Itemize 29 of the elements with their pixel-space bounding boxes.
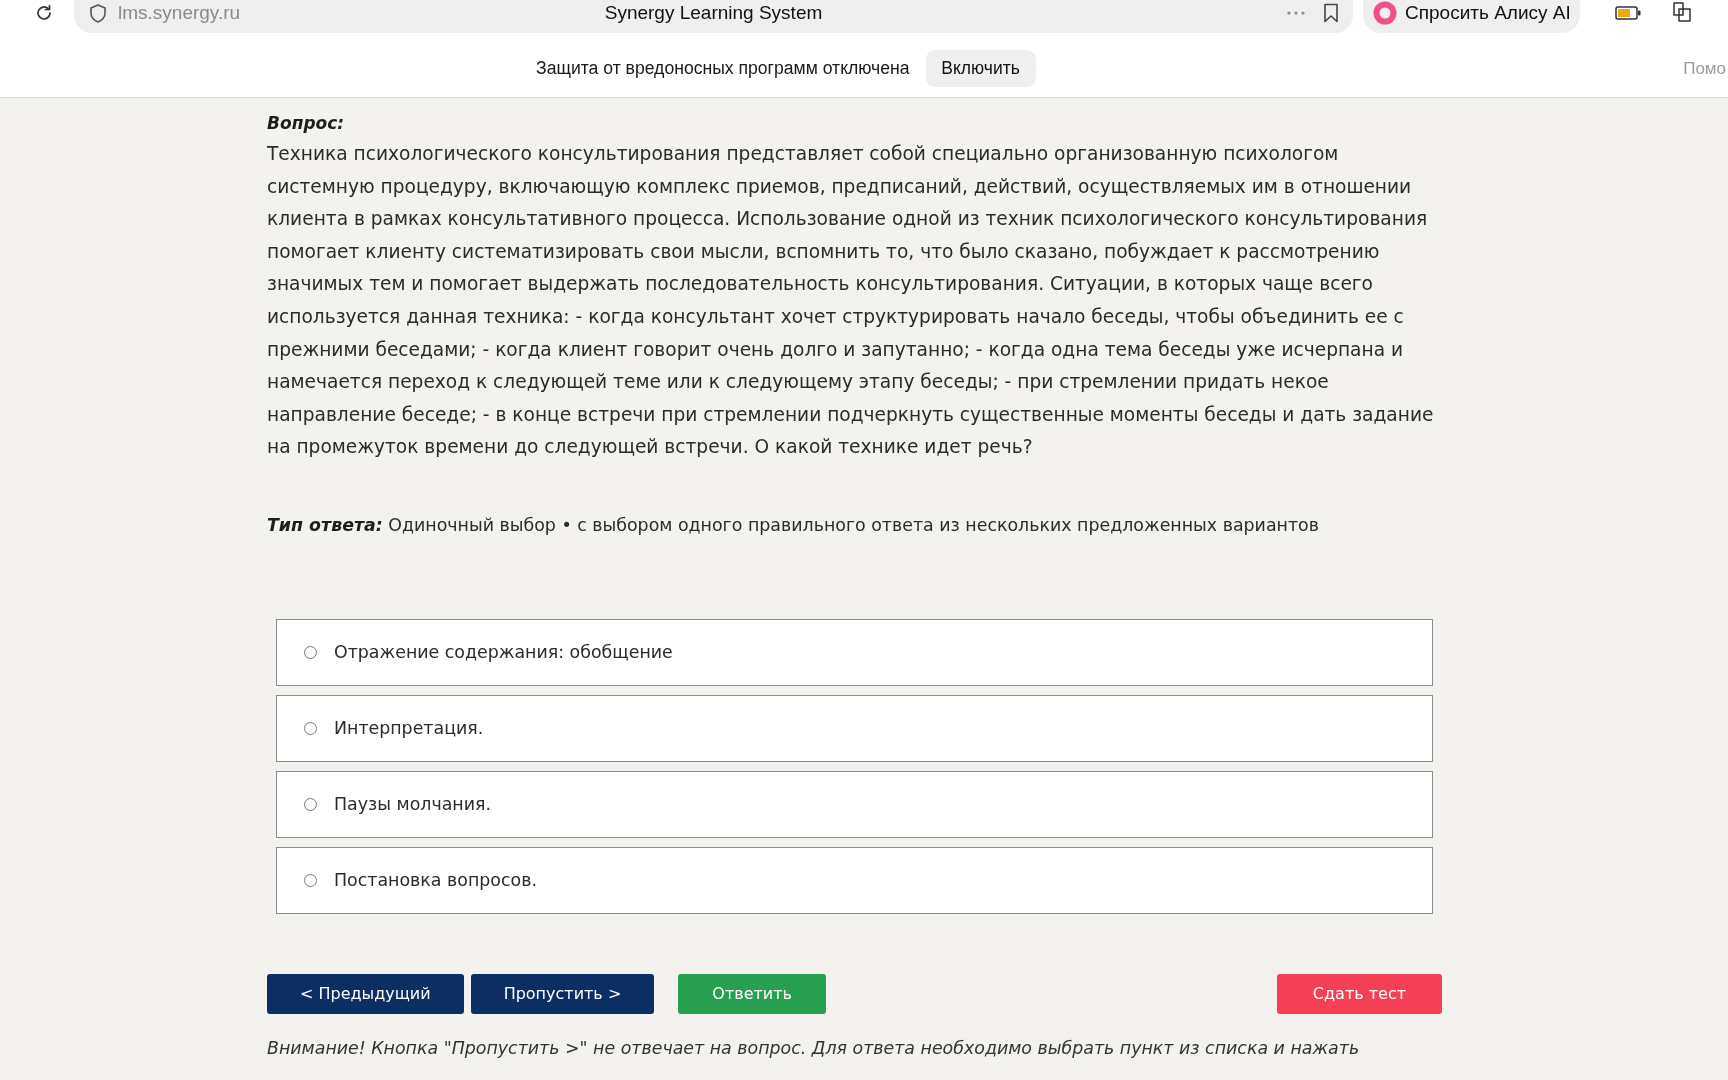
answer-option[interactable]: Паузы молчания. (276, 770, 1433, 838)
battery-icon[interactable] (1615, 6, 1641, 20)
radio-button[interactable] (304, 797, 317, 811)
shield-icon[interactable] (90, 3, 106, 23)
warning-message: Защита от вредоносных программ отключена (536, 58, 910, 79)
nav-button[interactable]: Пропустить > (470, 973, 655, 1014)
radio-button[interactable] (304, 721, 317, 735)
question-label: Вопрос: (267, 112, 346, 135)
reload-icon[interactable] (34, 3, 54, 23)
address-bar[interactable]: lms.synergy.ru Synergy Learning System (74, 0, 1353, 33)
address-text: lms.synergy.ru (118, 2, 241, 24)
answer-type-label: Тип ответа: (267, 514, 383, 535)
ring-icon (1373, 1, 1397, 25)
bookmark-icon[interactable] (1323, 3, 1339, 23)
finish-test-button[interactable]: Сдать тест (1276, 973, 1442, 1014)
radio-button[interactable] (304, 645, 317, 659)
assistant-button[interactable]: Спросить Алису AI (1363, 0, 1580, 33)
answer-option[interactable]: Постановка вопросов. (276, 846, 1433, 914)
radio-button[interactable] (304, 873, 317, 887)
more-icon[interactable] (1287, 11, 1305, 15)
panels-icon[interactable] (1671, 1, 1693, 25)
answer-option[interactable]: Отражение содержания: обобщение (276, 618, 1433, 686)
nav-button[interactable]: < Предыдущий (267, 973, 464, 1014)
question-text: Техника психологического консультирования представляет собой специально организованную психологом системную процедуру, включающую комплекс приемов, предписаний, действий, осуществляемых им в отношении клиента в рамках консультативного процесса. Использование одной из техник психологического консультирования помогает клиенту систематизировать свои мысли, вспомнить то, что было сказано, побуждает к рассмотрению значимых тем и помогает выдержать последовательность консультирования. Ситуации, в которых чаще всего используется данная техника: - когда консультант хочет структурировать начало беседы, чтобы объединить ее с прежними беседами; - когда клиент говорит очень долго и запутанно; - когда одна тема беседы уже исчерпана и намечается переход к следующей теме или к следующему этапу беседы; - при стремлении придать некое направление беседе; - в конце встречи при стремлении подчеркнуть существенные моменты беседы и дать задание на промежуток времени до следующей встречи. О какой технике идет речь? (267, 142, 1435, 460)
answer-type-value: Одиночный выбор • с выбором одного правильного ответа из нескольких предложенных вариантов (388, 514, 1319, 535)
answer-option[interactable]: Интерпретация. (276, 694, 1433, 762)
enable-button[interactable]: Включить (925, 50, 1036, 87)
notice-text: Внимание! Кнопка "Пропустить >" не отвечает на вопрос. Для ответа необходимо выбрать пункт из списка и нажать (267, 1037, 1361, 1058)
page-title: Synergy Learning System (604, 2, 823, 24)
